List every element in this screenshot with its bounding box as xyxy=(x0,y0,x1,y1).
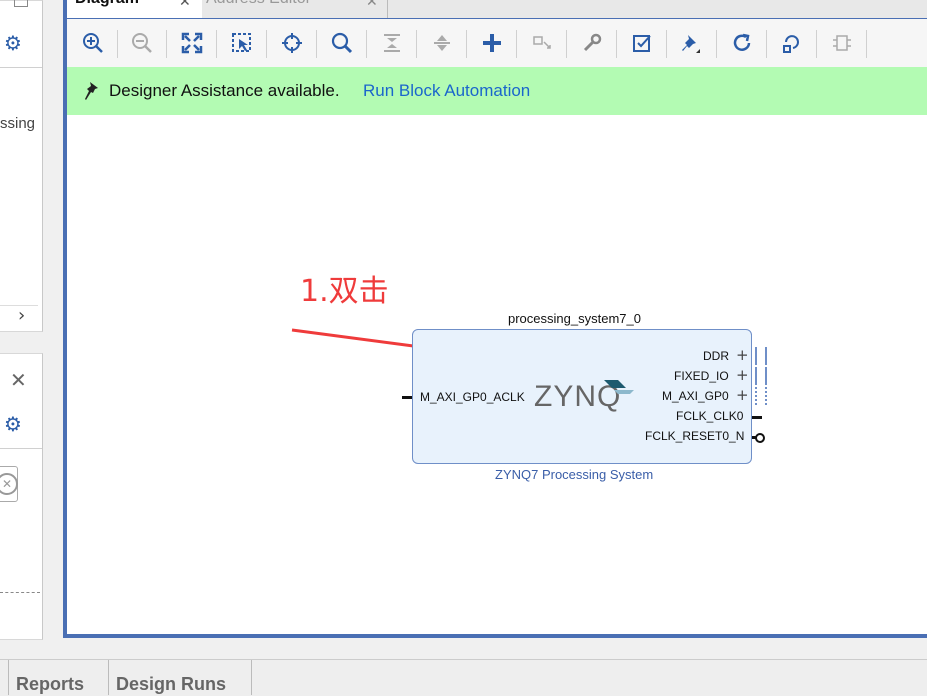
block-subtitle: ZYNQ7 Processing System xyxy=(495,467,654,482)
bus-connector xyxy=(755,387,767,405)
tab-design-runs-label: Design Runs xyxy=(116,674,227,694)
tab-reports[interactable]: Reports xyxy=(8,660,109,695)
port-fclk-reset0-n[interactable]: FCLK_RESET0_N xyxy=(645,429,744,443)
bus-connector xyxy=(755,347,767,365)
plus-icon[interactable]: + xyxy=(736,386,749,404)
plus-icon[interactable]: + xyxy=(736,346,749,364)
tab-reports-label: Reports xyxy=(16,674,85,694)
port-stub xyxy=(402,396,412,399)
zynq-logo: ZYNQ xyxy=(534,380,644,420)
port-ddr[interactable]: DDR xyxy=(703,349,729,363)
port-m-axi-gp0-aclk[interactable]: M_AXI_GP0_ACLK xyxy=(420,390,525,404)
block-instance-name: processing_system7_0 xyxy=(508,311,641,326)
port-stub xyxy=(752,416,762,419)
inverter-bubble xyxy=(755,433,765,443)
port-fixed-io[interactable]: FIXED_IO xyxy=(674,369,729,383)
port-fclk-clk0[interactable]: FCLK_CLK0 xyxy=(676,409,743,423)
bus-connector xyxy=(755,367,767,385)
zynq-logo-mark xyxy=(604,380,634,394)
port-m-axi-gp0[interactable]: M_AXI_GP0 xyxy=(662,389,729,403)
plus-icon[interactable]: + xyxy=(736,366,749,384)
tab-design-runs[interactable]: Design Runs xyxy=(108,660,252,695)
